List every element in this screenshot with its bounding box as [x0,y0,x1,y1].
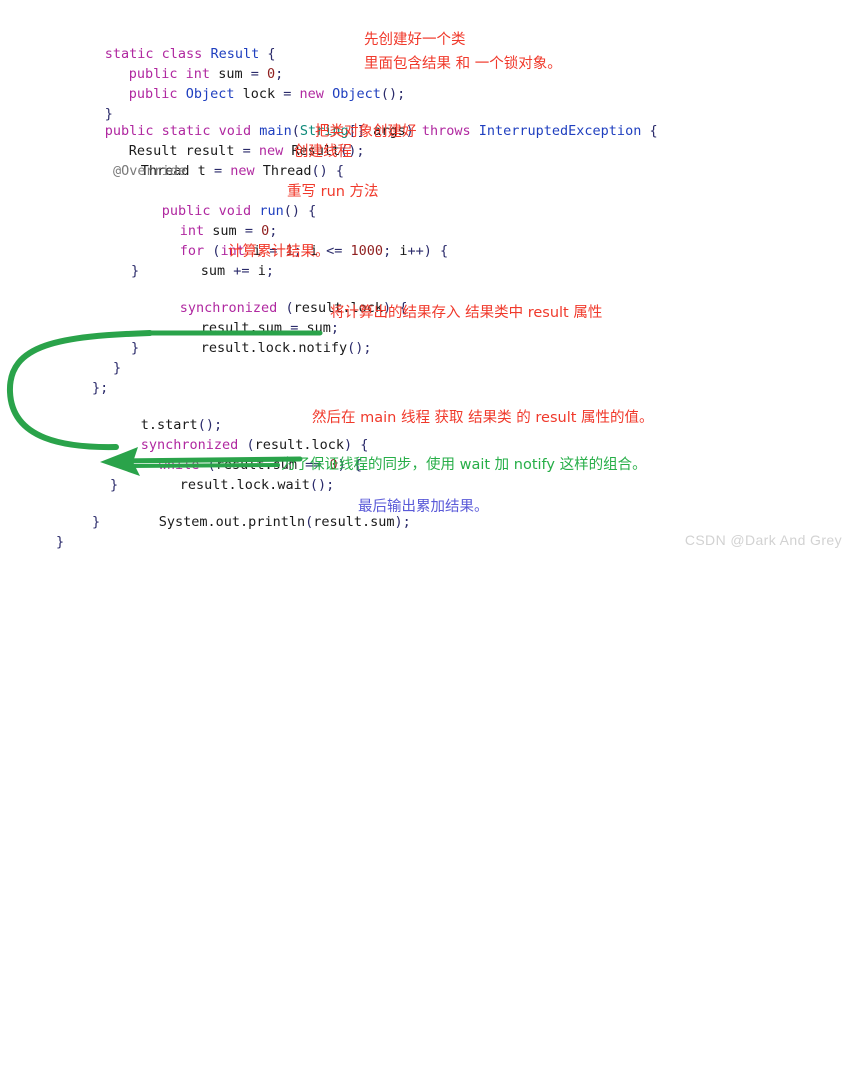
token-type: Object [185,86,235,103]
token-punct: ); [394,514,411,531]
token-punct: () { [311,163,345,180]
token-identifier: Thread [254,163,312,180]
annotation-main-read-result: 然后在 main 线程 获取 结果类 的 result 属性的值。 [312,410,654,426]
annotation-override-run: 重写 run 方法 [287,184,379,200]
annotation-print-final: 最后输出累加结果。 [358,499,489,515]
token-identifier [471,123,479,139]
annotation-accumulate: 计算累计结果。 [228,244,330,260]
token-identifier [324,86,332,102]
token-punct: ; [383,243,400,260]
code-line: } [131,340,140,356]
token-identifier: result.lock.notify [200,340,348,357]
token-punct: () { [283,203,317,220]
token-keyword: new [230,163,255,180]
token-identifier: sum [200,263,234,280]
token-punct: = [213,163,231,180]
code-line: } [56,534,65,550]
token-type: InterruptedException [478,123,642,140]
token-punct: = [283,86,300,103]
code-line: result.lock.notify(); [152,318,372,379]
token-identifier: i [257,263,266,280]
code-line: } [92,514,101,530]
token-keyword: new [299,86,324,103]
token-punct: (); [380,86,406,103]
code-line: } [113,360,122,376]
token-identifier: lock [234,86,284,103]
token-identifier: System.out.println [158,514,306,531]
annotation-wait-notify-combo: 为了保证线程的同步，使用 wait 加 notify 这样的组合。 [281,457,647,473]
token-punct: ++) { [407,243,449,260]
code-line: @Override [113,163,187,179]
annotation-create-object: 把类对象创建好 [315,124,417,140]
token-punct: { [641,123,658,140]
token-punct: (); [347,340,372,357]
annotation-store-result: 将计算出的结果存入 结果类中 result 属性 [330,305,603,321]
token-number: 1000 [350,243,384,260]
token-type: Object [332,86,381,103]
annotation-create-thread: 创建线程 [294,144,352,160]
token-keyword: throws [421,123,471,140]
token-punct: (); [309,477,335,494]
token-punct: += [233,263,258,280]
token-punct: ( [305,514,314,531]
screenshot-canvas: static class Result { public int sum = 0… [0,0,852,556]
token-punct: ; [265,263,274,280]
token-identifier: result.lock.wait [179,477,310,494]
annotation-create-class: 先创建好一个类 [364,32,466,48]
token-identifier: result.sum [313,514,395,531]
token-keyword: public [128,86,178,103]
csdn-watermark: CSDN @Dark And Grey [684,532,842,548]
token-identifier [178,86,186,102]
annotation-class-contains: 里面包含结果 和 一个锁对象。 [364,56,562,72]
